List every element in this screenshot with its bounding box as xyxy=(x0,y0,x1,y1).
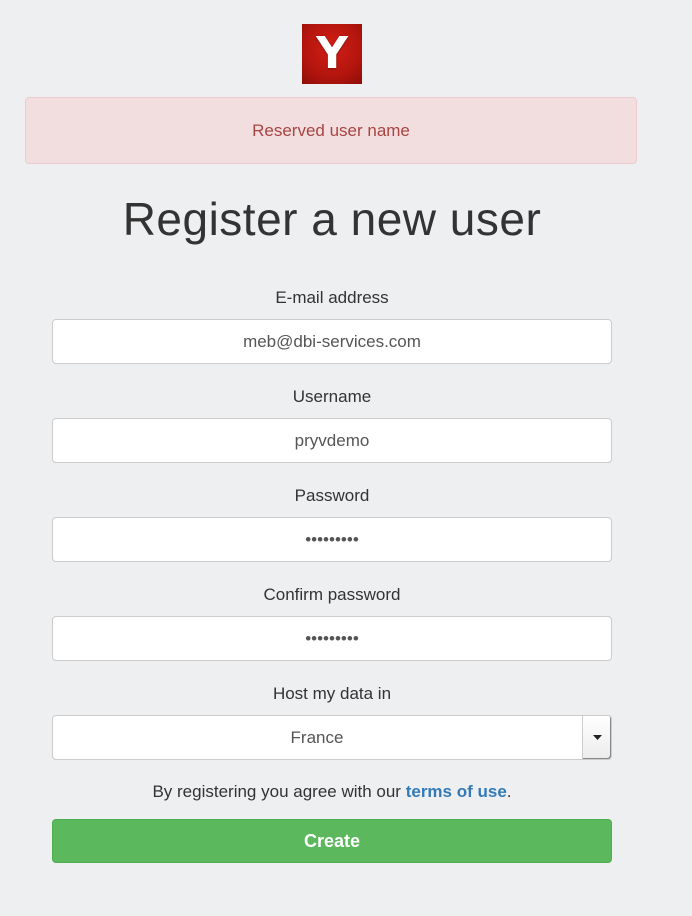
email-label: E-mail address xyxy=(275,288,389,307)
host-group: Host my data in France xyxy=(52,680,612,779)
username-field[interactable] xyxy=(52,418,612,463)
email-group: E-mail address xyxy=(52,284,612,383)
terms-notice: By registering you agree with our terms … xyxy=(0,779,664,805)
password-group: Password xyxy=(52,482,612,581)
host-label: Host my data in xyxy=(272,684,392,703)
terms-prefix: By registering you agree with our xyxy=(152,782,406,801)
confirm-password-group: Confirm password xyxy=(52,581,612,680)
username-group: Username xyxy=(52,383,612,482)
terms-of-use-link[interactable]: terms of use xyxy=(406,782,507,801)
host-select[interactable]: France xyxy=(52,715,612,760)
error-alert: Reserved user name xyxy=(25,97,637,164)
email-field[interactable] xyxy=(52,319,612,364)
confirm-password-field[interactable] xyxy=(52,616,612,661)
host-select-value: France xyxy=(290,728,344,747)
terms-suffix: . xyxy=(506,782,512,801)
register-form: E-mail address Username Password Confirm… xyxy=(52,284,612,779)
confirm-password-label: Confirm password xyxy=(263,585,401,604)
page-title: Register a new user xyxy=(122,193,542,245)
chevron-down-icon[interactable] xyxy=(582,716,611,759)
create-button[interactable]: Create xyxy=(52,819,612,863)
y-logo-icon: Y xyxy=(316,28,348,79)
app-logo: Y xyxy=(302,24,362,84)
username-label: Username xyxy=(292,387,372,406)
password-field[interactable] xyxy=(52,517,612,562)
alert-message: Reserved user name xyxy=(252,120,410,140)
password-label: Password xyxy=(294,486,370,505)
